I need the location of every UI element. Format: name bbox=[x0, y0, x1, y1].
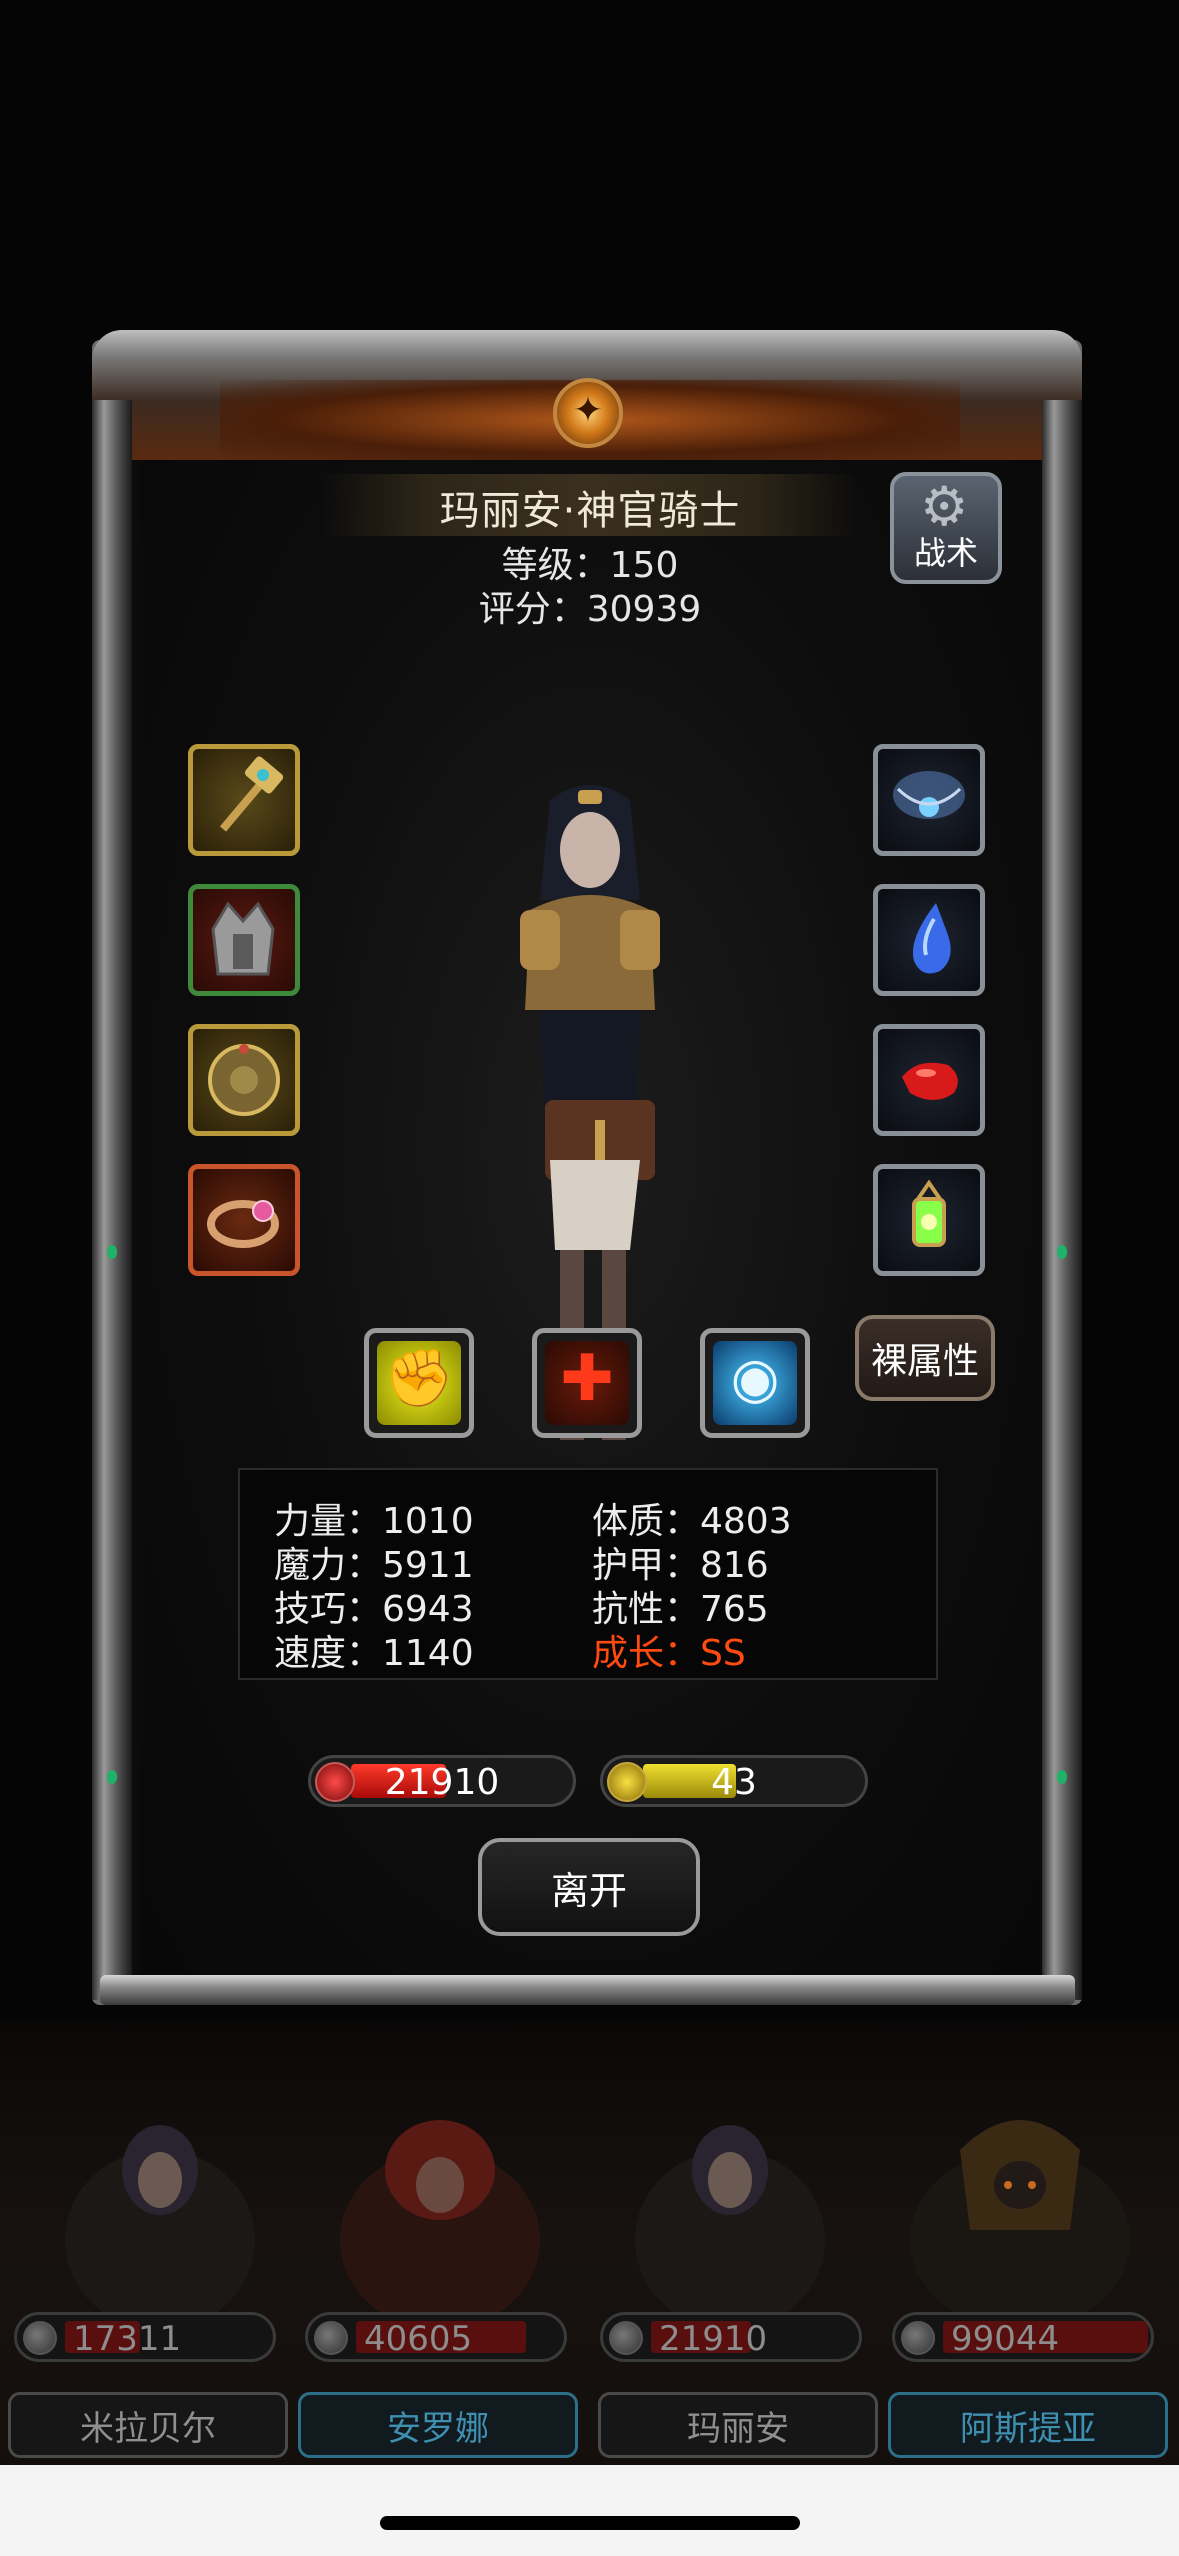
vision-skill-button[interactable]: ◉ bbox=[700, 1328, 810, 1438]
home-bar bbox=[0, 2465, 1179, 2556]
frame-gem-icon bbox=[1057, 1245, 1067, 1259]
lantern-icon bbox=[912, 1179, 946, 1247]
crest-emblem-icon bbox=[553, 378, 623, 448]
armor-slot[interactable] bbox=[188, 884, 300, 996]
frame-gem-icon bbox=[1057, 1770, 1067, 1784]
heal-skill-button[interactable]: ✚ bbox=[532, 1328, 642, 1438]
roster-hp-bar-2: 40605 bbox=[305, 2312, 567, 2362]
stat-growth: 成长：SS bbox=[592, 1633, 746, 1674]
tactics-label: 战术 bbox=[913, 534, 978, 572]
roster-hp-value: 40605 bbox=[364, 2319, 473, 2359]
roster-portrait-1[interactable] bbox=[30, 2090, 290, 2330]
roster-name-tab-2[interactable]: 安罗娜 bbox=[298, 2392, 578, 2458]
fist-icon: ✊ bbox=[384, 1346, 454, 1411]
frame-right-pillar bbox=[1042, 400, 1082, 2000]
roster-hp-bar-1: 17311 bbox=[14, 2312, 276, 2362]
hp-bar: 21910 bbox=[308, 1755, 576, 1807]
shield-slot[interactable] bbox=[188, 1024, 300, 1136]
roster-hp-value: 21910 bbox=[659, 2319, 768, 2359]
hero-score: 评分：30939 bbox=[478, 589, 702, 630]
gear-icon: ⚙ bbox=[920, 475, 969, 538]
leave-button[interactable]: 离开 bbox=[478, 1838, 700, 1936]
spiked-armor-icon bbox=[211, 901, 275, 976]
round-shield-icon bbox=[208, 1044, 280, 1116]
hero-title: 玛丽安·神官骑士 bbox=[439, 488, 741, 534]
frame-gem-icon bbox=[107, 1245, 117, 1259]
stat-speed: 速度：1140 bbox=[274, 1633, 474, 1674]
amulet-icon bbox=[893, 771, 965, 819]
ring-icon bbox=[207, 1200, 279, 1248]
hp-orb-icon bbox=[901, 2321, 935, 2355]
roster-portrait-4[interactable] bbox=[890, 2090, 1150, 2330]
frame-bottom-edge bbox=[100, 1975, 1075, 2005]
blue-droplet-gem-icon bbox=[912, 903, 951, 974]
roster-name-tab-3[interactable]: 玛丽安 bbox=[598, 2392, 878, 2458]
lantern-slot[interactable] bbox=[873, 1164, 985, 1276]
roster-hp-bar-4: 99044 bbox=[892, 2312, 1154, 2362]
roster-hp-value: 99044 bbox=[951, 2319, 1060, 2359]
hp-orb-icon bbox=[314, 2321, 348, 2355]
energy-value: 43 bbox=[711, 1762, 757, 1803]
frame-gem-icon bbox=[107, 1770, 117, 1784]
roster-portrait-3[interactable] bbox=[600, 2090, 860, 2330]
war-hammer-icon bbox=[219, 756, 284, 832]
roster-hp-bar-3: 21910 bbox=[600, 2312, 862, 2362]
roster-name-tab-4[interactable]: 阿斯提亚 bbox=[888, 2392, 1168, 2458]
naked-attributes-button[interactable]: 裸属性 bbox=[855, 1315, 995, 1401]
roster-hp-value: 17311 bbox=[73, 2319, 182, 2359]
roster-portrait-2[interactable] bbox=[310, 2090, 570, 2330]
hammer-slot[interactable] bbox=[188, 744, 300, 856]
frame-left-pillar bbox=[92, 400, 132, 2000]
red-stone-icon bbox=[902, 1062, 958, 1100]
roster-name-tab-1[interactable]: 米拉贝尔 bbox=[8, 2392, 288, 2458]
red-gem-slot[interactable] bbox=[873, 1024, 985, 1136]
hp-value: 21910 bbox=[384, 1762, 500, 1803]
power-skill-button[interactable]: ✊ bbox=[364, 1328, 474, 1438]
ring-slot[interactable] bbox=[188, 1164, 300, 1276]
cross-icon: ✚ bbox=[560, 1342, 614, 1416]
tactics-button[interactable]: ⚙ 战术 bbox=[890, 472, 1002, 584]
hp-orb-icon bbox=[609, 2321, 643, 2355]
blue-gem-slot[interactable] bbox=[873, 884, 985, 996]
eye-icon: ◉ bbox=[730, 1346, 780, 1411]
energy-bar: 43 bbox=[600, 1755, 868, 1807]
home-indicator[interactable] bbox=[380, 2516, 800, 2530]
hp-orb-icon bbox=[23, 2321, 57, 2355]
amulet-slot[interactable] bbox=[873, 744, 985, 856]
